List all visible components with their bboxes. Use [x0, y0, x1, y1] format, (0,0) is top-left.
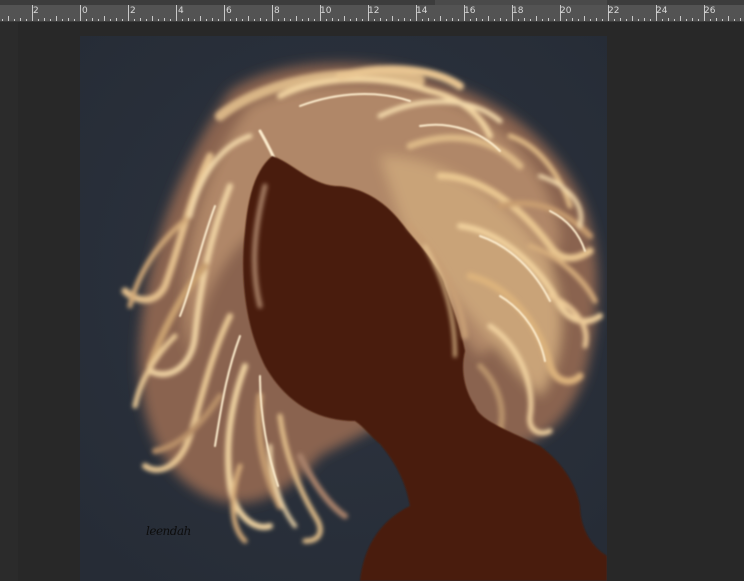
ruler-label: 4	[178, 6, 184, 16]
photoshop-workspace: 2 0 2 4 6 8 10 12 14 16 18 20 22 24 26 l…	[0, 0, 744, 581]
hair-painting	[80, 36, 607, 581]
ruler-label: 2	[130, 6, 136, 16]
ruler-label: 26	[704, 6, 716, 16]
ruler-label: 2	[33, 6, 39, 16]
document-canvas[interactable]: leendah	[80, 36, 607, 581]
ruler-label: 8	[274, 6, 280, 16]
artist-signature: leendah	[146, 524, 191, 538]
ruler-label: 16	[464, 6, 476, 16]
vertical-ruler-gutter	[0, 22, 18, 581]
ruler-label: 18	[512, 6, 524, 16]
horizontal-ruler[interactable]: 2 0 2 4 6 8 10 12 14 16 18 20 22 24 26	[0, 0, 744, 22]
ruler-label: 14	[416, 6, 428, 16]
ruler-label: 22	[608, 6, 620, 16]
ruler-label: 24	[656, 6, 668, 16]
ruler-label: 20	[560, 6, 572, 16]
ruler-label: 6	[226, 6, 232, 16]
ruler-label: 12	[368, 6, 380, 16]
ruler-label: 10	[320, 6, 332, 16]
ruler-label: 0	[82, 6, 88, 16]
